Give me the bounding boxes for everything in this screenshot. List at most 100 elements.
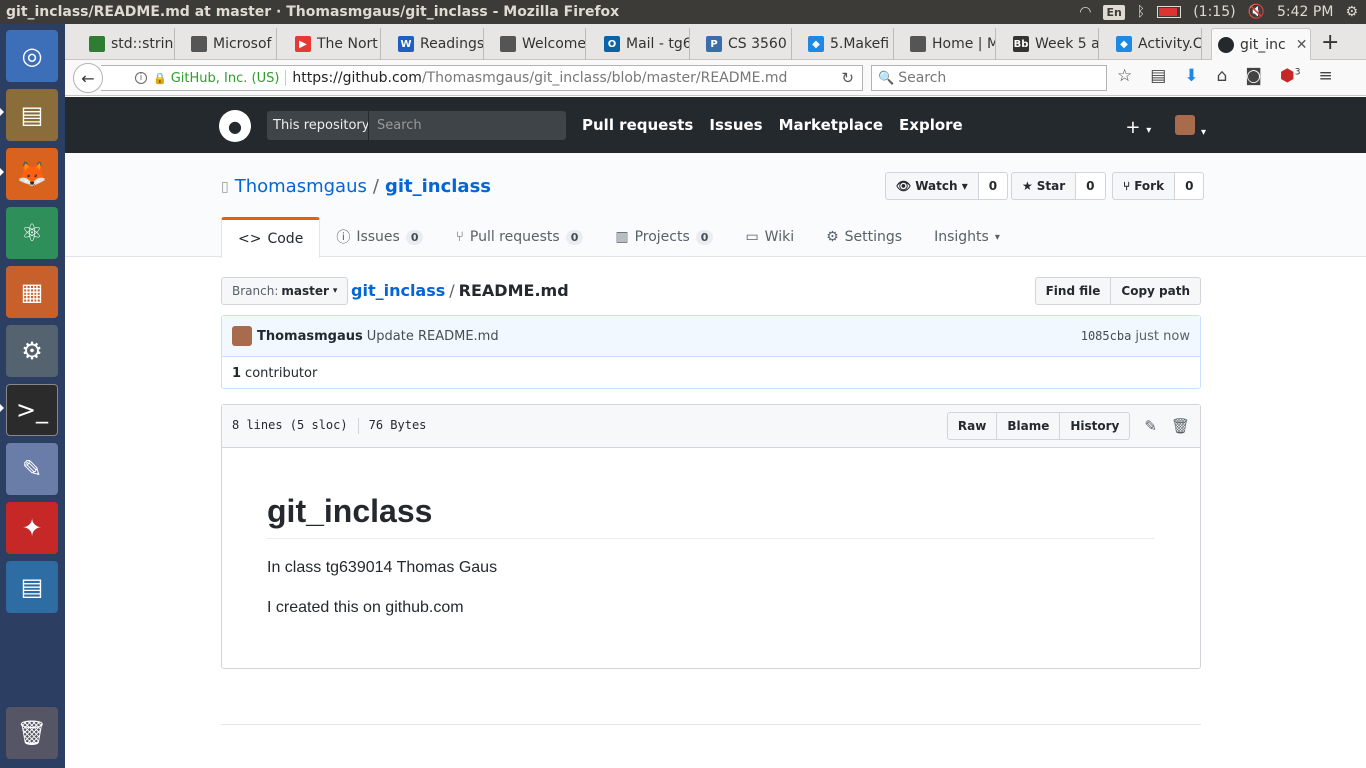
pocket-icon[interactable]: ◙ — [1245, 66, 1262, 86]
avatar[interactable] — [232, 326, 252, 346]
readme-paragraph: In class tg639014 Thomas Gaus — [267, 559, 498, 576]
contributors[interactable]: 1 contributor — [222, 357, 1200, 389]
browser-tab[interactable]: W Readings — [392, 28, 484, 60]
find-file-button[interactable]: Find file — [1034, 277, 1112, 305]
browser-tab[interactable]: Home | M — [904, 28, 996, 60]
tab-insights[interactable]: Insights ▾ — [918, 217, 1016, 257]
browser-tab[interactable]: P CS 3560 | — [700, 28, 792, 60]
info-icon[interactable]: i — [135, 72, 147, 84]
browser-tab[interactable]: std::strin — [83, 28, 175, 60]
search-engine-icon[interactable]: 🔍 — [878, 71, 894, 86]
bookmark-star-icon[interactable]: ☆ — [1117, 66, 1132, 86]
tab-issues[interactable]: ⓘ Issues 0 — [320, 217, 439, 257]
commit-message[interactable]: Update README.md — [367, 329, 499, 344]
writer-icon[interactable]: ▤ — [6, 561, 58, 613]
fork-count[interactable]: 0 — [1175, 172, 1205, 200]
browser-tab[interactable]: ▶ The Nort — [289, 28, 381, 60]
url-host[interactable]: https://github.com — [292, 70, 421, 86]
nav-marketplace[interactable]: Marketplace — [779, 116, 883, 134]
browser-tab[interactable]: O Mail - tg6 — [598, 28, 690, 60]
blame-button[interactable]: Blame — [997, 412, 1061, 440]
eye-icon: 👁 — [896, 179, 912, 193]
home-icon[interactable]: ⌂ — [1217, 66, 1228, 86]
chevron-down-icon: ▾ — [994, 231, 1000, 243]
create-new-icon[interactable]: + ▾ — [1125, 117, 1151, 138]
watch-count[interactable]: 0 — [978, 172, 1009, 200]
fork-button[interactable]: ⑂ Fork — [1112, 172, 1176, 200]
pdf-viewer-icon[interactable]: ✦ — [6, 502, 58, 554]
browser-tab[interactable]: ◆ Activity.C — [1110, 28, 1202, 60]
atom-icon[interactable]: ⚛ — [6, 207, 58, 259]
close-tab-icon[interactable]: ✕ — [1296, 37, 1308, 53]
breadcrumb-repo-link[interactable]: git_inclass — [351, 281, 445, 300]
tab-label: Home | M — [932, 36, 996, 52]
system-settings-icon[interactable]: ⚙ — [6, 325, 58, 377]
tab-code[interactable]: <> Code — [221, 217, 321, 258]
history-button[interactable]: History — [1060, 412, 1131, 440]
commit-author[interactable]: Thomasmgaus — [257, 329, 363, 344]
new-tab-button[interactable]: + — [1321, 30, 1339, 55]
browser-tab[interactable]: Bb Week 5 a — [1007, 28, 1099, 60]
pencil-icon[interactable]: ✎ — [1144, 417, 1157, 435]
firefox-icon[interactable]: 🦊 — [6, 148, 58, 200]
user-menu[interactable]: ▾ — [1175, 115, 1206, 140]
tab-label: Issues — [356, 229, 400, 245]
battery-time[interactable]: (1:15) — [1193, 4, 1235, 20]
bluetooth-icon[interactable]: ᛒ — [1137, 4, 1145, 20]
tab-projects[interactable]: ▥ Projects 0 — [599, 217, 729, 257]
watch-group: 👁 Watch ▾ 0 — [885, 172, 1009, 200]
downloads-icon[interactable]: ⬇ — [1184, 66, 1198, 86]
impress-icon[interactable]: ▦ — [6, 266, 58, 318]
files-icon[interactable]: ▤ — [6, 89, 58, 141]
github-logo-icon[interactable]: ● — [219, 110, 251, 142]
repo-name-link[interactable]: git_inclass — [385, 176, 491, 197]
menu-icon[interactable]: ≡ — [1318, 66, 1332, 86]
star-count[interactable]: 0 — [1076, 172, 1106, 200]
commit-sha[interactable]: 1085cba — [1081, 329, 1132, 343]
star-button[interactable]: ★ Star — [1011, 172, 1077, 200]
url-path[interactable]: /Thomasmgaus/git_inclass/blob/master/REA… — [422, 70, 788, 86]
file-lines: 8 lines (5 sloc) — [232, 418, 348, 432]
repo-owner-link[interactable]: Thomasmgaus — [235, 176, 367, 197]
lock-icon[interactable]: 🔒 — [153, 72, 167, 85]
repo-header: ▯ Thomasmgaus / git_inclass 👁 Watch ▾ 0 ★… — [65, 153, 1366, 258]
copy-path-button[interactable]: Copy path — [1111, 277, 1201, 305]
browser-tab-active[interactable]: git_inc ✕ — [1211, 28, 1311, 60]
tab-settings[interactable]: ⚙ Settings — [810, 217, 918, 257]
pulls-count-badge: 0 — [565, 229, 584, 245]
file-size: 76 Bytes — [368, 418, 427, 432]
keyboard-indicator[interactable]: En — [1103, 4, 1125, 20]
tab-favicon-icon: ◆ — [808, 36, 824, 52]
clock[interactable]: 5:42 PM — [1277, 4, 1333, 20]
browser-tab[interactable]: Microsof — [185, 28, 277, 60]
url-bar[interactable]: i 🔒 GitHub, Inc. (US) https://github.com… — [101, 65, 863, 91]
browser-search-input[interactable]: 🔍 Search — [871, 65, 1107, 91]
battery-icon[interactable] — [1157, 6, 1182, 18]
raw-button[interactable]: Raw — [946, 412, 998, 440]
nav-explore[interactable]: Explore — [899, 116, 963, 134]
trash-icon[interactable]: 🗑 — [1171, 417, 1190, 435]
watch-button[interactable]: 👁 Watch ▾ — [885, 172, 979, 200]
browser-tab[interactable]: Welcome — [494, 28, 586, 60]
tab-pull-requests[interactable]: ⑂ Pull requests 0 — [439, 217, 599, 257]
back-button[interactable]: ← — [73, 63, 103, 93]
github-search-input[interactable]: Search — [368, 111, 566, 140]
nav-pull-requests[interactable]: Pull requests — [582, 116, 693, 134]
terminal-icon[interactable]: >_ — [6, 384, 58, 436]
dash-home-icon[interactable]: ◎ — [6, 30, 58, 82]
wifi-icon[interactable]: ◠ — [1079, 4, 1091, 20]
reload-icon[interactable]: ↻ — [841, 69, 854, 87]
reading-list-icon[interactable]: ▤ — [1150, 66, 1166, 86]
tab-wiki[interactable]: ▭ Wiki — [729, 217, 810, 257]
nav-issues[interactable]: Issues — [709, 116, 762, 134]
volume-icon[interactable]: 🔇 — [1248, 4, 1265, 20]
browser-tab[interactable]: ◆ 5.Makefi — [802, 28, 894, 60]
search-placeholder: Search — [898, 70, 947, 86]
ublock-icon[interactable]: ⬢3 — [1280, 66, 1301, 86]
drawing-icon[interactable]: ✎ — [6, 443, 58, 495]
search-scope[interactable]: This repository — [267, 111, 376, 140]
site-identity[interactable]: GitHub, Inc. (US) — [171, 71, 280, 86]
trash-icon[interactable]: 🗑 — [6, 707, 58, 759]
branch-select-button[interactable]: Branch: master ▾ — [221, 277, 349, 305]
settings-gear-icon[interactable]: ⚙ — [1345, 4, 1358, 20]
